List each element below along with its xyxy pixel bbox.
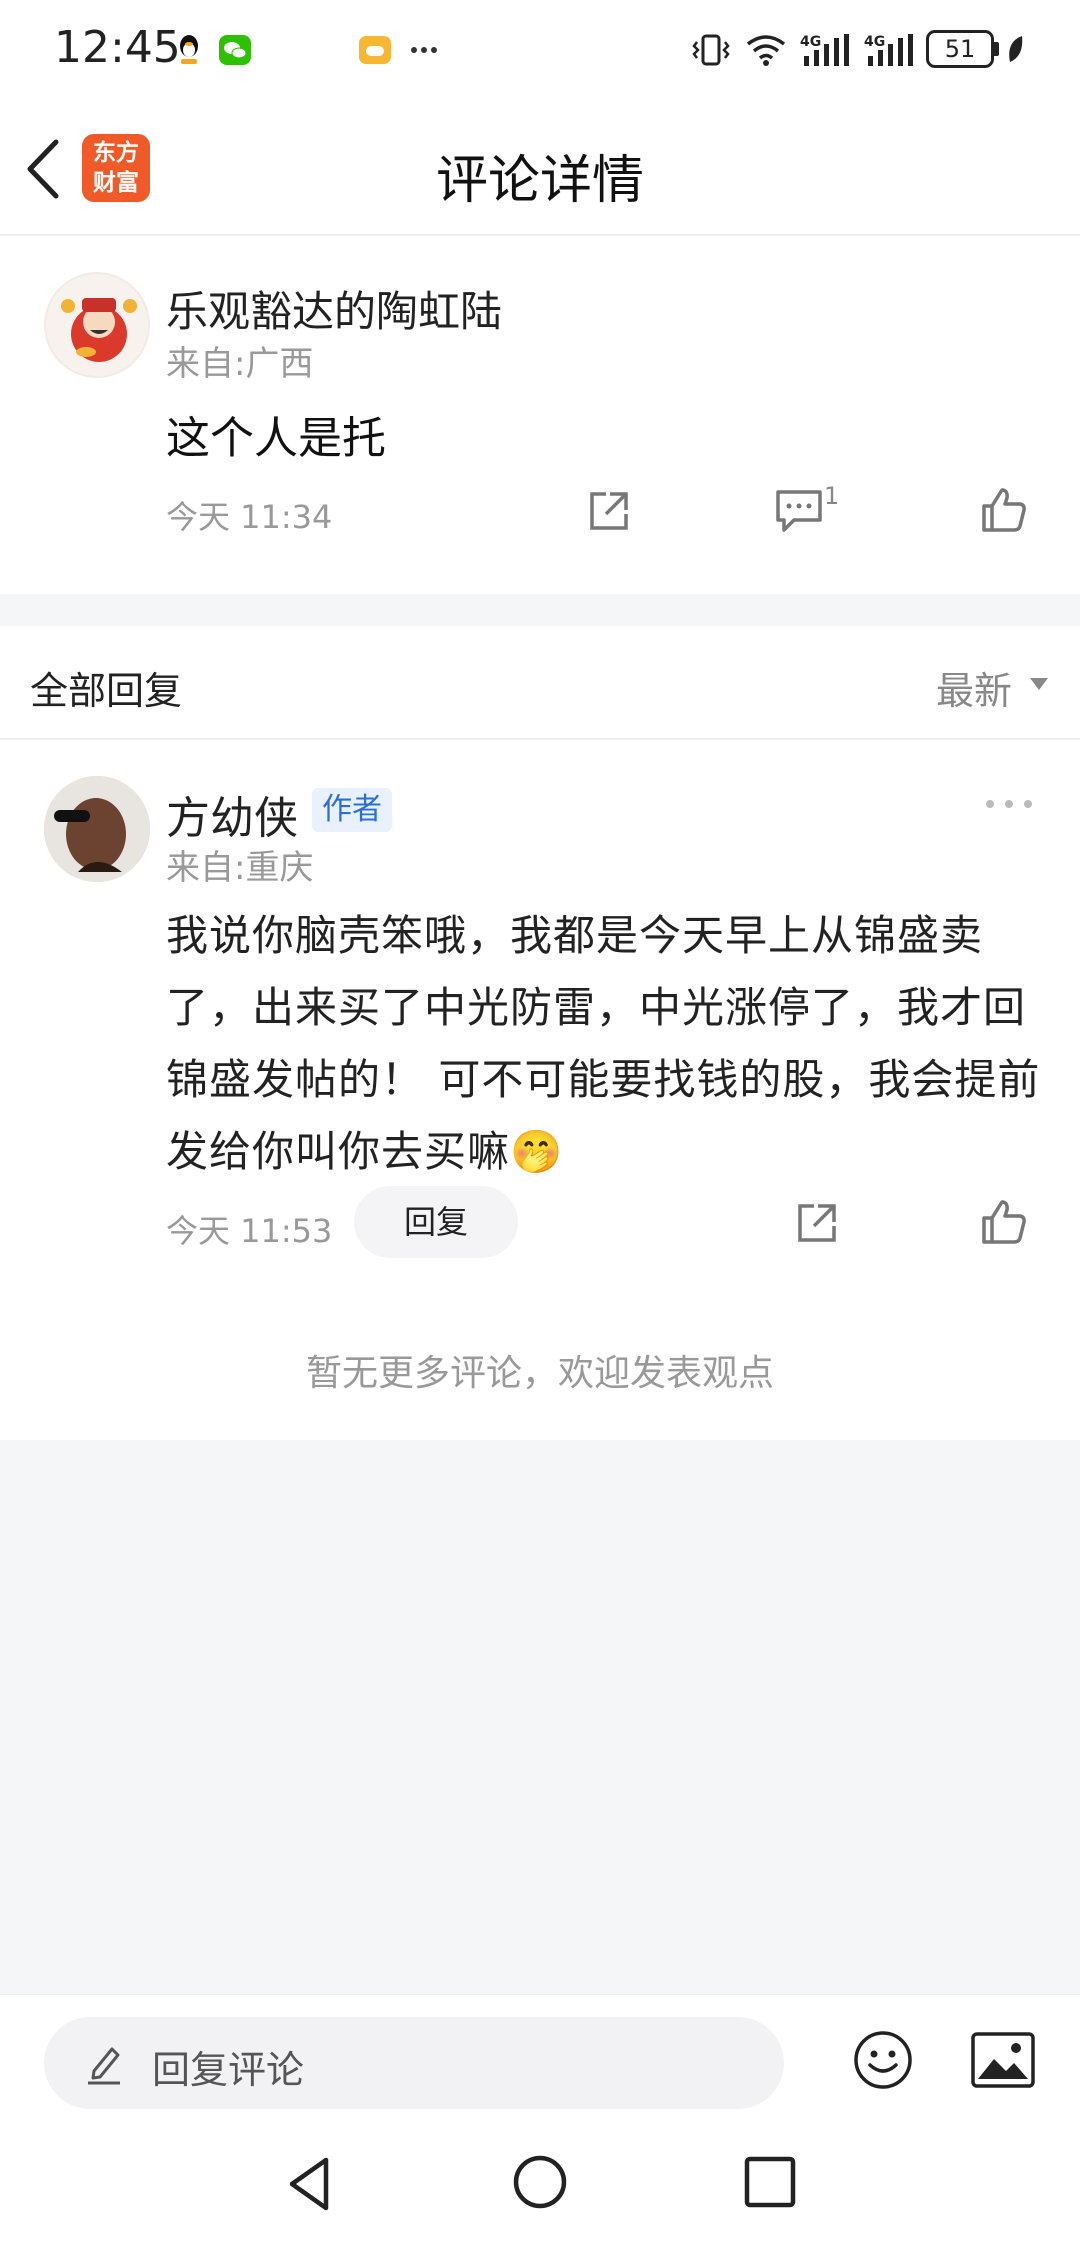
svg-text:4G: 4G [864, 34, 885, 50]
wifi-icon [746, 35, 786, 66]
user-photo-icon [44, 776, 150, 882]
signal-4g-icon: 4G [864, 34, 913, 66]
like-icon[interactable] [980, 1198, 1028, 1246]
signal-4g-icon: 4G [800, 34, 849, 66]
vibrate-icon [692, 34, 730, 66]
emoji-icon[interactable] [852, 2029, 914, 2091]
more-dots-icon [411, 47, 437, 53]
comment-username[interactable]: 乐观豁达的陶虹陆 [166, 278, 502, 339]
status-bar: 12:45 4G 4G 51 [0, 0, 1080, 100]
reply-text: 我说你脑壳笨哦，我都是今天早上从锦盛卖了，出来买了中光防雷，中光涨停了，我才回锦… [166, 900, 1046, 1188]
reply-input[interactable]: 回复评论 [44, 2017, 784, 2109]
comment-reply-icon[interactable] [774, 488, 824, 534]
reply-username[interactable]: 方幼侠 [166, 782, 298, 846]
header: 东方 财富 评论详情 [0, 100, 1080, 236]
svg-text:4G: 4G [800, 34, 821, 50]
no-more-comments: 暂无更多评论，欢迎发表观点 [305, 1353, 774, 1394]
system-navbar [0, 2124, 1080, 2244]
caret-down-icon[interactable] [1030, 678, 1048, 690]
image-icon[interactable] [970, 2031, 1036, 2089]
share-icon[interactable] [586, 488, 632, 534]
comment-location: 来自:广西 [166, 344, 314, 384]
reply-time: 今天 11:53 [166, 1212, 333, 1250]
comment-time: 今天 11:34 [166, 498, 333, 536]
share-icon[interactable] [794, 1200, 840, 1246]
reply-button[interactable]: 回复 [354, 1186, 518, 1258]
avatar[interactable] [44, 776, 150, 882]
battery-icon: 51 [926, 30, 994, 68]
nav-home-icon[interactable] [512, 2154, 568, 2210]
like-icon[interactable] [980, 486, 1028, 534]
battery-level: 51 [944, 35, 976, 63]
wechat-icon [219, 35, 251, 65]
leaf-icon [1009, 36, 1023, 62]
pencil-icon [88, 2047, 120, 2085]
replies-title: 全部回复 [30, 669, 183, 713]
nav-back-icon[interactable] [282, 2154, 342, 2214]
reply-emoji: 🤭 [510, 1127, 564, 1176]
sort-dropdown[interactable]: 最新 [936, 660, 1012, 715]
qq-icon [180, 35, 198, 64]
page-title: 评论详情 [435, 151, 644, 211]
battery-tip [994, 42, 999, 56]
author-badge: 作者 [312, 788, 392, 832]
reply-location: 来自:重庆 [166, 848, 314, 888]
game-icon [359, 36, 391, 64]
replies-header: 全部回复 最新 [0, 626, 1080, 740]
comment-input-bar: 回复评论 [0, 1994, 1080, 2124]
avatar[interactable] [44, 272, 150, 378]
input-placeholder: 回复评论 [152, 2048, 305, 2092]
nav-recents-icon[interactable] [742, 2154, 798, 2210]
comment-text: 这个人是托 [166, 413, 386, 464]
reply-text-body: 我说你脑壳笨哦，我都是今天早上从锦盛卖了，出来买了中光防雷，中光涨停了，我才回锦… [166, 911, 1041, 1176]
reply-item: 方幼侠 作者 来自:重庆 我说你脑壳笨哦，我都是今天早上从锦盛卖了，出来买了中光… [0, 740, 1080, 1440]
caishen-avatar-icon [61, 298, 137, 362]
reply-count: 1 [824, 482, 840, 510]
main-comment: 乐观豁达的陶虹陆 来自:广西 这个人是托 今天 11:34 1 [0, 236, 1080, 594]
status-time: 12:45 [54, 22, 181, 73]
more-options-icon[interactable] [984, 794, 1034, 814]
